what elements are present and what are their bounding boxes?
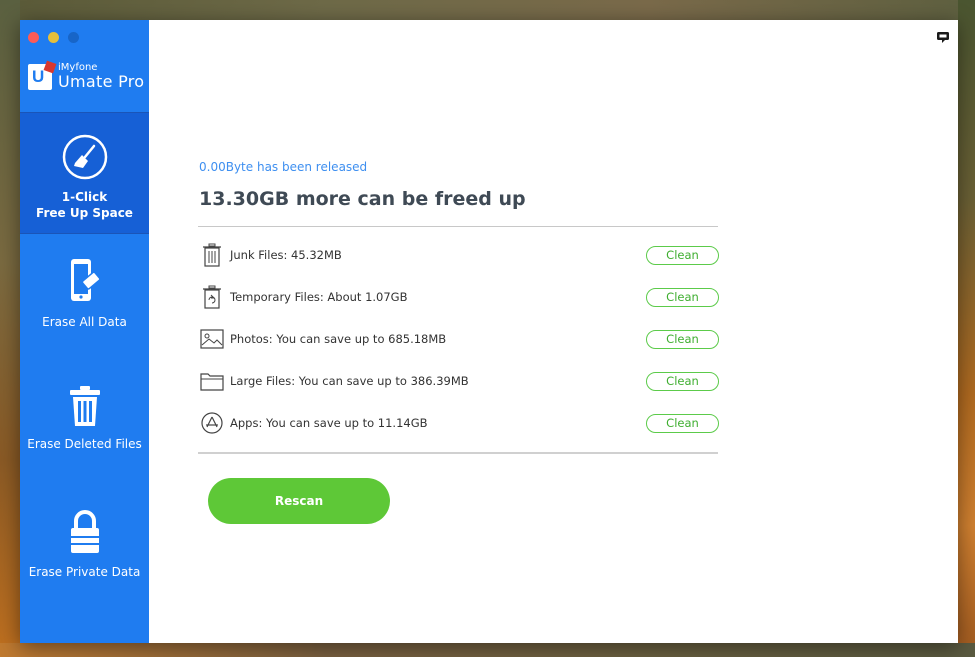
- temp-files-icon: [199, 284, 225, 310]
- main-panel: 0.00Byte has been released 13.30GB more …: [149, 20, 958, 643]
- released-value: 0.00Byte: [199, 160, 254, 174]
- divider: [198, 452, 718, 454]
- list-item-label: Temporary Files: About 1.07GB: [230, 290, 408, 304]
- released-status: 0.00Byte has been released: [199, 160, 367, 174]
- desktop-wallpaper-left: [0, 0, 20, 657]
- rescan-button[interactable]: Rescan: [208, 478, 390, 524]
- sidebar-item-label: 1-Click: [61, 190, 108, 204]
- minimize-window-button[interactable]: [48, 32, 59, 43]
- brand: U iMyfone Umate Pro: [28, 60, 145, 91]
- page-title: 13.30GB more can be freed up: [199, 188, 526, 210]
- trash-icon: [67, 384, 103, 432]
- desktop-wallpaper-right: [958, 0, 975, 657]
- sidebar-item-label: Erase All Data: [42, 315, 127, 329]
- app-store-icon: [199, 410, 225, 436]
- released-text: has been released: [256, 160, 368, 174]
- sidebar-item-erase-all-data[interactable]: Erase All Data: [20, 256, 149, 330]
- sidebar-item-erase-deleted-files[interactable]: Erase Deleted Files: [20, 384, 149, 452]
- clean-photos-button[interactable]: Clean: [646, 329, 719, 349]
- app-window: U iMyfone Umate Pro 1-Click Free Up Spac…: [20, 20, 958, 643]
- window-controls: [28, 32, 79, 43]
- clean-large-files-button[interactable]: Clean: [646, 371, 719, 391]
- list-item-label: Photos: You can save up to 685.18MB: [230, 332, 447, 346]
- list-item-label: Junk Files: 45.32MB: [230, 248, 342, 262]
- list-item-apps: Apps: You can save up to 11.14GB Clean: [199, 407, 719, 439]
- feedback-icon[interactable]: [936, 30, 950, 49]
- sidebar-item-free-up-space[interactable]: 1-Click Free Up Space: [20, 112, 149, 234]
- desktop-wallpaper: [0, 0, 975, 20]
- folder-icon: [199, 368, 225, 394]
- brand-title: Umate Pro: [58, 72, 145, 91]
- freed-value: 13.30GB: [199, 188, 290, 210]
- sidebar-item-erase-private-data[interactable]: Erase Private Data: [20, 508, 149, 580]
- close-window-button[interactable]: [28, 32, 39, 43]
- sidebar: U iMyfone Umate Pro 1-Click Free Up Spac…: [20, 20, 149, 643]
- lock-icon: [67, 508, 103, 560]
- list-item-photos: Photos: You can save up to 685.18MB Clea…: [199, 323, 719, 355]
- list-item-junk-files: Junk Files: 45.32MB Clean: [199, 239, 719, 271]
- freed-text: more can be freed up: [295, 188, 526, 210]
- clean-junk-files-button[interactable]: Clean: [646, 245, 719, 265]
- list-item-label: Large Files: You can save up to 386.39MB: [230, 374, 469, 388]
- photo-icon: [199, 326, 225, 352]
- clean-temporary-files-button[interactable]: Clean: [646, 287, 719, 307]
- sidebar-item-label: Free Up Space: [36, 206, 133, 220]
- app-logo-icon: U: [28, 60, 57, 90]
- list-item-label: Apps: You can save up to 11.14GB: [230, 416, 428, 430]
- trash-can-icon: [199, 242, 225, 268]
- sidebar-item-label: Erase Private Data: [28, 565, 141, 579]
- zoom-window-button[interactable]: [68, 32, 79, 43]
- divider: [198, 226, 718, 227]
- clean-apps-button[interactable]: Clean: [646, 413, 719, 433]
- desktop-wallpaper-bottom: [0, 643, 975, 657]
- phone-eraser-icon: [67, 256, 103, 310]
- list-item-large-files: Large Files: You can save up to 386.39MB…: [199, 365, 719, 397]
- list-item-temporary-files: Temporary Files: About 1.07GB Clean: [199, 281, 719, 313]
- sidebar-item-label: Erase Deleted Files: [27, 437, 142, 451]
- broom-icon: [61, 133, 109, 185]
